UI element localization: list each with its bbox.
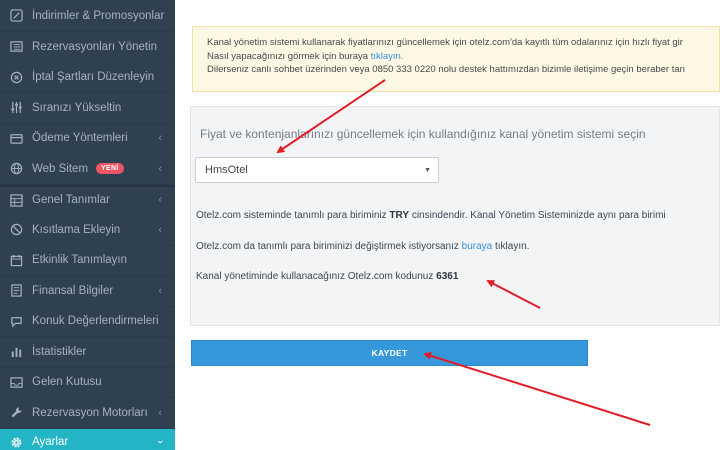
sidebar-item-label: İptal Şartları Düzenleyin	[32, 71, 155, 84]
currency-change-text: Otelz.com da tanımlı para biriminizi değ…	[196, 241, 462, 252]
channel-manager-panel: Fiyat ve kontenjanlarınızı güncellemek i…	[190, 106, 720, 326]
finance-icon	[9, 284, 23, 298]
inbox-icon	[9, 375, 23, 389]
sidebar-item-ranking[interactable]: Sıranızı Yükseltin	[0, 93, 175, 124]
otelz-code-info: Kanal yönetiminde kullanacağınız Otelz.c…	[196, 271, 458, 282]
wrench-icon	[9, 406, 23, 420]
sidebar-item-booking-engines[interactable]: Rezervasyon Motorları ‹	[0, 398, 175, 429]
select-value: HmsOtel	[205, 164, 248, 176]
sidebar-item-label: Konuk Değerlendirmeleri	[32, 315, 159, 328]
panel-title: Fiyat ve kontenjanlarınızı güncellemek i…	[200, 127, 646, 141]
notice-help-link[interactable]: tıklayın.	[371, 51, 404, 62]
sidebar-item-statistics[interactable]: İstatistikler	[0, 337, 175, 368]
main-content: Kanal yönetim sistemi kullanarak fiyatla…	[175, 0, 720, 450]
sidebar-item-label: Kısıtlama Ekleyin	[32, 223, 121, 236]
otelz-code-value: 6361	[436, 271, 459, 282]
sidebar-item-label: Sıranızı Yükseltin	[32, 101, 122, 114]
bar-chart-icon	[9, 345, 23, 359]
sidebar-item-label: Rezervasyon Motorları	[32, 406, 148, 419]
sidebar-item-label: İstatistikler	[32, 345, 87, 358]
sidebar-item-cancellation[interactable]: İptal Şartları Düzenleyin	[0, 63, 175, 93]
wallet-icon	[9, 131, 23, 145]
sidebar-item-discounts[interactable]: İndirimler & Promosyonlar	[0, 0, 175, 32]
otelz-code-text: Kanal yönetiminde kullanacağınız Otelz.c…	[196, 271, 437, 282]
chevron-left-icon: ‹	[158, 162, 162, 175]
list-icon	[9, 40, 23, 54]
currency-change-link[interactable]: buraya	[462, 241, 493, 252]
sidebar-item-label: Rezervasyonları Yönetin	[32, 40, 158, 53]
sliders-icon	[9, 101, 23, 115]
grid-icon	[9, 193, 23, 207]
gear-icon	[9, 435, 23, 449]
sidebar-item-payment[interactable]: Ödeme Yöntemleri ‹	[0, 124, 175, 154]
sidebar-item-inbox[interactable]: Gelen Kutusu	[0, 368, 175, 398]
globe-icon	[9, 162, 23, 176]
caret-down-icon: ▼	[424, 167, 431, 174]
chevron-left-icon: ‹	[158, 132, 162, 145]
currency-change-info: Otelz.com da tanımlı para biriminizi değ…	[196, 241, 529, 252]
sidebar: İndirimler & Promosyonlar Rezervasyonlar…	[0, 0, 175, 450]
cancel-circle-icon	[9, 70, 23, 84]
sidebar-item-general[interactable]: Genel Tanımlar ‹	[0, 184, 175, 215]
notice-line-1: Kanal yönetim sistemi kullanarak fiyatla…	[207, 37, 683, 48]
save-button[interactable]: KAYDET	[191, 340, 588, 366]
restriction-icon	[9, 223, 23, 237]
sidebar-item-label: Genel Tanımlar	[32, 194, 110, 207]
sidebar-item-restrictions[interactable]: Kısıtlama Ekleyin ‹	[0, 215, 175, 246]
percent-icon	[9, 9, 23, 23]
currency-change-suffix: tıklayın.	[492, 241, 530, 252]
sidebar-item-events[interactable]: Etkinlik Tanımlayın	[0, 246, 175, 276]
sidebar-item-label: Ayarlar	[32, 436, 69, 448]
chevron-down-icon: ›	[154, 440, 167, 444]
sidebar-item-reviews[interactable]: Konuk Değerlendirmeleri	[0, 307, 175, 337]
chevron-left-icon: ‹	[158, 194, 162, 207]
notice-line-3: Dilerseniz canlı sohbet üzerinden veya 0…	[207, 64, 685, 75]
sidebar-item-label: Gelen Kutusu	[32, 376, 102, 389]
notice-line-2-text: Nasıl yapacağınızı görmek için buraya	[207, 50, 371, 62]
sidebar-item-reservations[interactable]: Rezervasyonları Yönetin	[0, 32, 175, 63]
currency-info: Otelz.com sisteminde tanımlı para birimi…	[196, 210, 666, 221]
comment-icon	[9, 314, 23, 328]
chevron-left-icon: ‹	[158, 406, 162, 419]
sidebar-item-label: Etkinlik Tanımlayın	[32, 254, 128, 267]
notice-line-2: Nasıl yapacağınızı görmek için buraya tı…	[207, 50, 719, 64]
chevron-left-icon: ‹	[158, 223, 162, 236]
chevron-left-icon: ‹	[158, 284, 162, 297]
sidebar-item-label: Web Sitem	[32, 162, 89, 175]
sidebar-item-finance[interactable]: Finansal Bilgiler ‹	[0, 276, 175, 307]
sidebar-item-settings[interactable]: Ayarlar ›	[0, 428, 175, 450]
new-badge: YENİ	[96, 163, 124, 175]
info-notice: Kanal yönetim sistemi kullanarak fiyatla…	[192, 26, 720, 92]
currency-code: TRY	[389, 210, 410, 221]
channel-manager-select[interactable]: HmsOtel ▼	[195, 157, 439, 183]
sidebar-item-label: Ödeme Yöntemleri	[32, 132, 128, 145]
sidebar-item-label: Finansal Bilgiler	[32, 284, 114, 297]
currency-text: Otelz.com sisteminde tanımlı para birimi…	[196, 210, 390, 221]
sidebar-item-website[interactable]: Web Sitem YENİ ‹	[0, 154, 175, 185]
sidebar-item-label: İndirimler & Promosyonlar	[32, 9, 165, 22]
currency-suffix-text: cinsindendir. Kanal Yönetim Sisteminizde…	[409, 210, 666, 221]
calendar-icon	[9, 253, 23, 267]
